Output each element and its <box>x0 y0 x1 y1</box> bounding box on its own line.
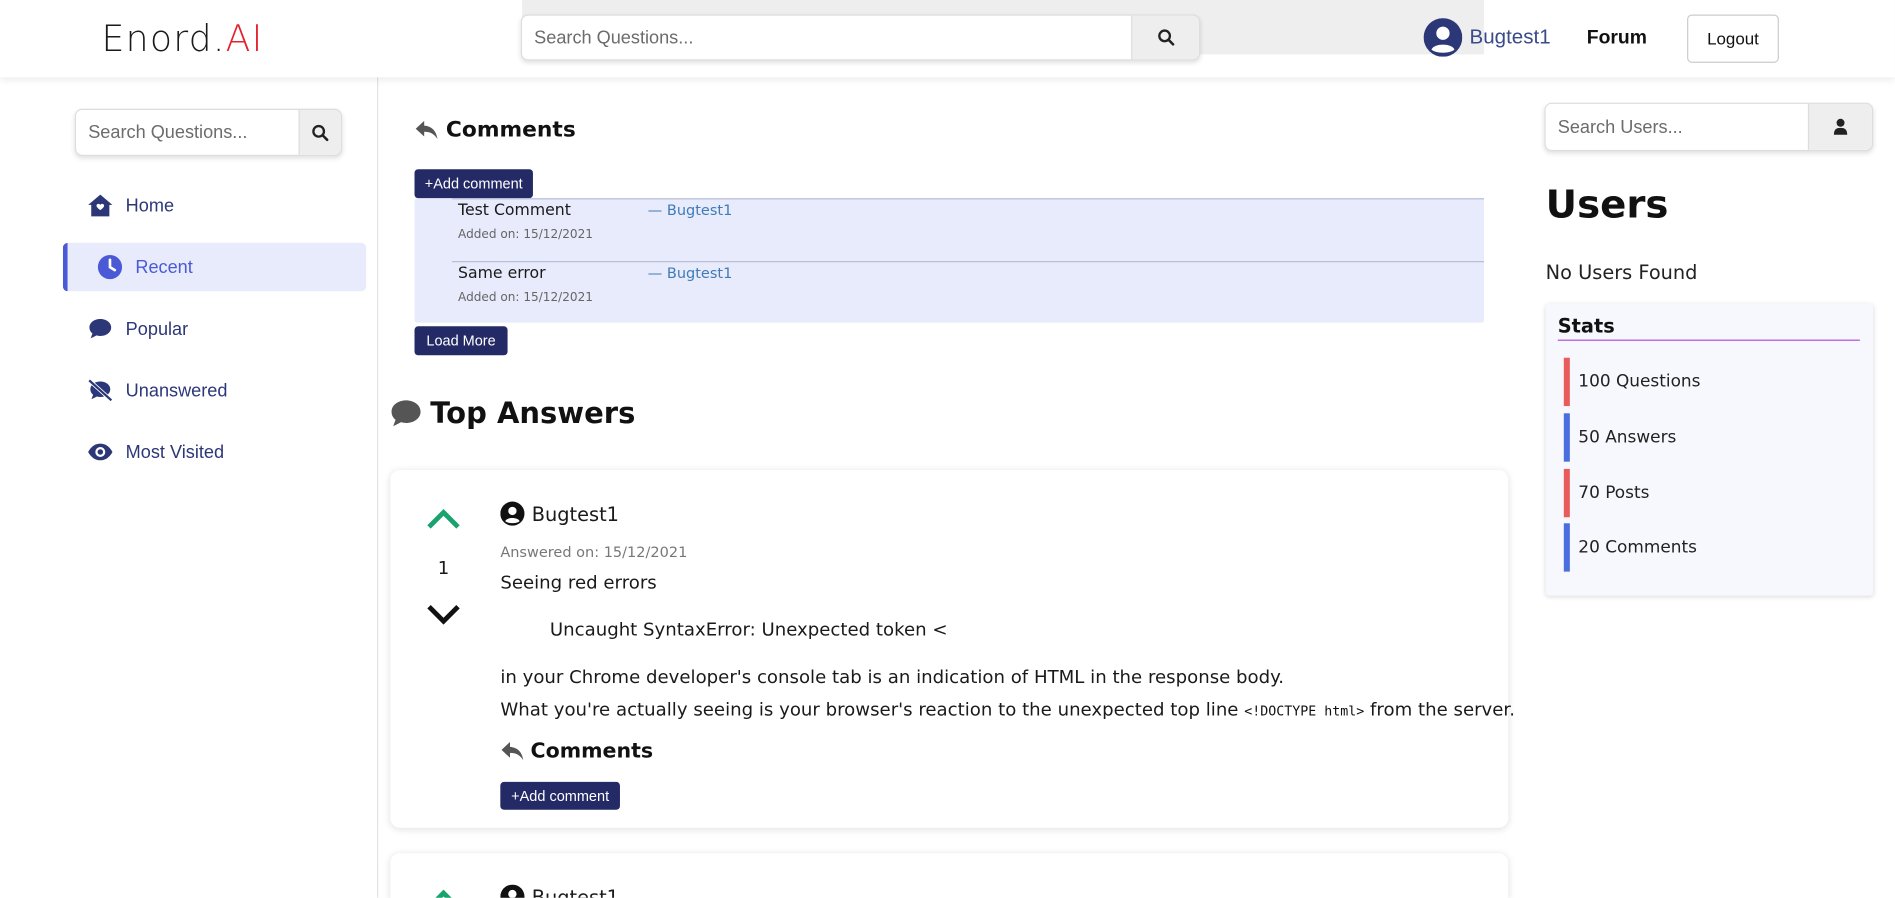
user-circle-icon <box>500 884 525 898</box>
sidebar-item-label: Most Visited <box>125 441 225 463</box>
answer-text-line: in your Chrome developer's console tab i… <box>500 665 1285 688</box>
user-circle-icon <box>500 501 525 526</box>
sidebar-search-input[interactable] <box>76 109 299 155</box>
right-sidebar: Users No Users Found Stats 100 Questions… <box>1519 77 1895 898</box>
stat-questions: 100 Questions <box>1563 357 1854 407</box>
comment-author[interactable]: — Bugtest1 <box>648 265 733 282</box>
stat-posts: 70 Posts <box>1563 468 1854 518</box>
sidebar-search-button[interactable] <box>298 109 341 155</box>
comment-icon <box>87 315 114 342</box>
search-icon <box>1157 29 1174 46</box>
user-search <box>1544 102 1874 152</box>
answer-date: Answered on: 15/12/2021 <box>500 543 688 561</box>
answer-comments-heading: Comments <box>500 740 653 764</box>
no-users-message: No Users Found <box>1545 261 1698 284</box>
user-search-button[interactable] <box>1807 103 1872 150</box>
chevron-up-icon <box>427 508 460 529</box>
reply-icon <box>501 742 524 761</box>
upvote-button[interactable] <box>425 887 461 898</box>
header-search-button[interactable] <box>1131 15 1199 60</box>
forum-link[interactable]: Forum <box>1587 28 1647 50</box>
home-icon <box>87 192 114 219</box>
sidebar-item-most-visited[interactable]: Most Visited <box>63 428 366 476</box>
reply-icon <box>415 120 438 139</box>
answer-text-line: What you're actually seeing is your brow… <box>500 698 1515 721</box>
stats-card: Stats 100 Questions 50 Answers 70 Posts … <box>1545 303 1874 596</box>
comments-heading: Comments <box>415 117 576 143</box>
answer-code-block: Uncaught SyntaxError: Unexpected token < <box>549 618 948 641</box>
top-header: Enord.AI Bugtest1 Forum Logout <box>0 0 1895 78</box>
eye-icon <box>87 439 114 466</box>
header-search <box>520 14 1201 61</box>
left-sidebar: Home Recent Popular Unanswered Most Visi… <box>0 77 379 898</box>
sidebar-nav: Home Recent Popular Unanswered Most Visi… <box>62 181 367 489</box>
sidebar-item-popular[interactable]: Popular <box>63 305 366 353</box>
vote-count: 1 <box>437 557 450 579</box>
header-username: Bugtest1 <box>1469 25 1551 49</box>
answer-card: 1 Bugtest1 Answered on: 15/12/2021 Seein… <box>390 470 1515 828</box>
user-search-input[interactable] <box>1545 103 1808 150</box>
inline-code: <!DOCTYPE html> <box>1244 703 1365 720</box>
chevron-down-icon <box>427 604 460 625</box>
user-icon <box>1833 118 1848 135</box>
answer-text-line: Seeing red errors <box>500 571 657 594</box>
logo[interactable]: Enord.AI <box>102 18 264 60</box>
sidebar-item-label: Recent <box>135 256 193 278</box>
sidebar-search <box>74 108 343 156</box>
stat-answers: 50 Answers <box>1563 413 1854 462</box>
comment-slash-icon <box>87 377 114 404</box>
answer-card: Bugtest1 <box>390 853 1509 898</box>
comment-icon <box>391 400 421 427</box>
search-icon <box>312 124 329 141</box>
load-more-button[interactable]: Load More <box>414 326 508 356</box>
comment-text: Same error <box>458 264 546 283</box>
top-answers-heading: Top Answers <box>389 396 635 430</box>
downvote-button[interactable] <box>425 603 461 632</box>
main-content: Comments +Add comment Test Comment Added… <box>379 77 1519 898</box>
comment-text: Test Comment <box>458 201 571 220</box>
stats-heading: Stats <box>1557 314 1615 338</box>
user-menu[interactable]: Bugtest1 <box>1423 18 1551 57</box>
comment-date: Added on: 15/12/2021 <box>458 228 593 242</box>
logout-button[interactable]: Logout <box>1687 14 1779 63</box>
answer-author[interactable]: Bugtest1 <box>500 884 619 898</box>
sidebar-item-home[interactable]: Home <box>63 181 366 229</box>
sidebar-item-label: Home <box>125 195 175 216</box>
chevron-up-icon <box>435 889 452 898</box>
stat-comments: 20 Comments <box>1563 523 1854 572</box>
comment-date: Added on: 15/12/2021 <box>458 291 593 305</box>
add-comment-button[interactable]: +Add comment <box>500 781 620 810</box>
stats-divider <box>1557 339 1860 341</box>
comment-author[interactable]: — Bugtest1 <box>648 202 733 219</box>
answer-author[interactable]: Bugtest1 <box>500 501 619 526</box>
comment-item: Test Comment Added on: 15/12/2021 — Bugt… <box>451 198 1485 258</box>
comments-list: Test Comment Added on: 15/12/2021 — Bugt… <box>414 198 1485 323</box>
user-avatar-icon <box>1423 18 1463 57</box>
users-heading: Users <box>1545 181 1669 228</box>
sidebar-item-unanswered[interactable]: Unanswered <box>63 366 366 414</box>
sidebar-item-recent[interactable]: Recent <box>62 242 367 292</box>
clock-icon <box>97 254 124 281</box>
header-search-input[interactable] <box>522 15 1132 60</box>
sidebar-item-label: Popular <box>125 318 189 339</box>
comment-item: Same error Added on: 15/12/2021 — Bugtes… <box>451 261 1485 321</box>
upvote-button[interactable] <box>425 506 461 535</box>
sidebar-item-label: Unanswered <box>125 380 228 401</box>
add-comment-button[interactable]: +Add comment <box>414 169 533 199</box>
